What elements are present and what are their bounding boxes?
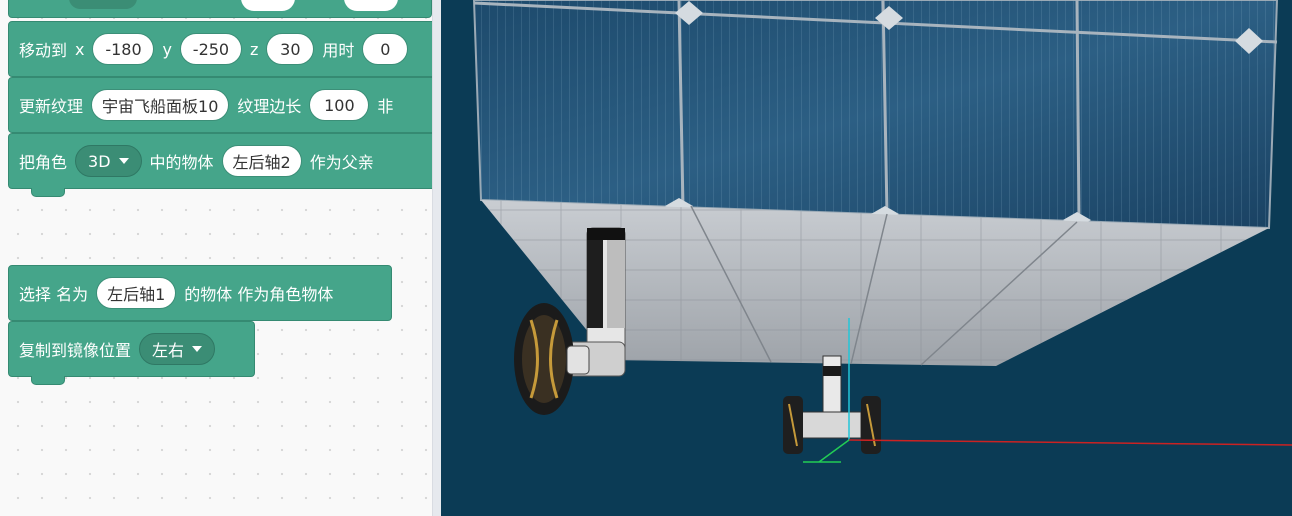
as-role-object-label: 的物体 作为角色物体: [184, 285, 334, 304]
texture-trail-label: 非: [377, 97, 394, 116]
mirror-direction-value: 左右: [152, 341, 185, 360]
texture-name-input[interactable]: 宇宙飞船面板10: [91, 89, 230, 121]
mirror-copy-label: 复制到镜像位置: [19, 341, 132, 360]
set-parent-label: 把角色: [19, 153, 68, 172]
z-input[interactable]: 30: [266, 33, 315, 65]
left-rear-axle-selected: [783, 355, 881, 454]
as-parent-label: 作为父亲: [309, 153, 374, 172]
code-workspace[interactable]: 移动到 x -180 y -250 z 30 用时 0 更新纹理 宇宙飞船面板1…: [0, 0, 432, 516]
y-label: y: [162, 39, 172, 59]
block-top-partial[interactable]: [8, 0, 432, 18]
mirror-direction-dropdown[interactable]: 左右: [139, 333, 216, 365]
duration-input[interactable]: 0: [362, 33, 409, 65]
caret-down-icon: [192, 346, 203, 352]
update-texture-label: 更新纹理: [19, 97, 84, 116]
role-dropdown-value: 3D: [88, 151, 111, 171]
block-connector: [31, 188, 65, 197]
caret-down-icon: [118, 158, 129, 164]
set-parent-block[interactable]: 把角色 3D 中的物体 左后轴2 作为父亲: [8, 133, 432, 197]
parent-object-input[interactable]: 左后轴2: [221, 145, 302, 177]
y-input[interactable]: -250: [179, 33, 242, 65]
select-object-input[interactable]: 左后轴1: [96, 277, 177, 309]
texture-side-label: 纹理边长: [237, 97, 302, 116]
role-dropdown[interactable]: 3D: [75, 145, 142, 177]
move-to-label: 移动到: [19, 41, 68, 60]
top-block-slot-3[interactable]: [344, 0, 398, 11]
3d-scene: [472, 0, 1292, 463]
top-block-slot-2[interactable]: [241, 0, 295, 11]
select-object-block[interactable]: 选择 名为 左后轴1 的物体 作为角色物体: [8, 265, 392, 321]
texture-side-input[interactable]: 100: [309, 89, 370, 121]
mirror-copy-block[interactable]: 复制到镜像位置 左右: [8, 321, 255, 385]
move-to-block[interactable]: 移动到 x -180 y -250 z 30 用时 0: [8, 21, 432, 77]
x-label: x: [75, 39, 85, 59]
3d-viewport[interactable]: [441, 0, 1292, 516]
block-connector: [31, 376, 65, 385]
solar-panel: [472, 0, 1279, 230]
panel-divider[interactable]: [432, 0, 441, 516]
top-block-slot-1[interactable]: [69, 0, 137, 9]
update-texture-block[interactable]: 更新纹理 宇宙飞船面板10 纹理边长 100 非: [8, 77, 432, 133]
x-input[interactable]: -180: [92, 33, 155, 65]
duration-label: 用时: [322, 41, 355, 60]
z-label: z: [249, 39, 259, 59]
select-named-label: 选择 名为: [19, 285, 89, 304]
object-in-label: 中的物体: [149, 153, 214, 172]
